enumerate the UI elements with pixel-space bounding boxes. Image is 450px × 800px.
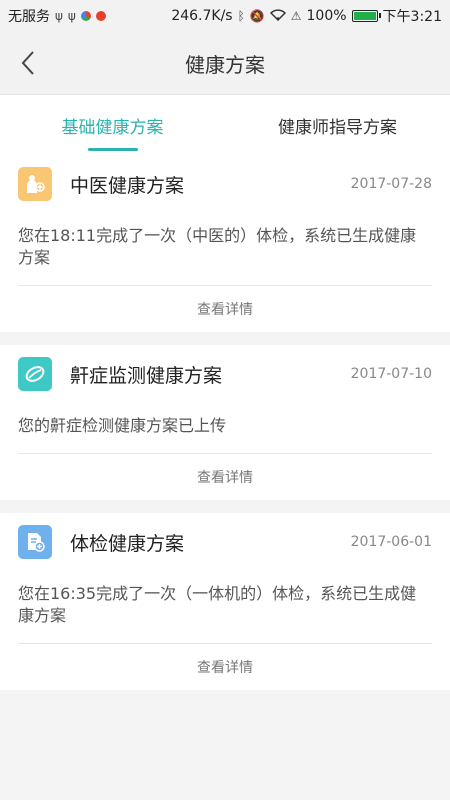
document-add-icon — [18, 525, 52, 559]
view-details-link[interactable]: 查看详情 — [18, 454, 432, 500]
card-description: 您的鼾症检测健康方案已上传 — [18, 403, 432, 454]
back-button[interactable] — [10, 44, 46, 82]
view-details-link[interactable]: 查看详情 — [18, 644, 432, 690]
card-title: 体检健康方案 — [70, 532, 185, 555]
plan-card-tcm[interactable]: 中医健康方案 2017-07-28 您在18:11完成了一次（中医的）体检，系统… — [0, 155, 450, 332]
bluetooth-icon: ᛒ — [237, 9, 245, 23]
card-date: 2017-07-10 — [350, 366, 432, 382]
usb-icon-2: ψ — [67, 9, 76, 23]
view-details-link[interactable]: 查看详情 — [18, 286, 432, 332]
status-bar: 无服务 ψ ψ 246.7K/s ᛒ 🔕 ⚠ 100% 下午3:21 — [0, 0, 450, 32]
alert-icon: ⚠ — [290, 9, 302, 23]
plan-list: 中医健康方案 2017-07-28 您在18:11完成了一次（中医的）体检，系统… — [0, 155, 450, 690]
card-date: 2017-07-28 — [350, 176, 432, 192]
weibo-icon — [95, 11, 106, 21]
usb-icon: ψ — [55, 9, 63, 23]
status-left: 无服务 ψ ψ — [8, 6, 106, 26]
battery-percent: 100% — [306, 8, 347, 24]
card-description: 您在18:11完成了一次（中医的）体检，系统已生成健康方案 — [18, 213, 432, 286]
battery-icon — [351, 10, 381, 22]
card-title: 中医健康方案 — [70, 174, 185, 197]
page-title: 健康方案 — [185, 52, 265, 77]
card-title: 鼾症监测健康方案 — [70, 364, 223, 387]
mute-icon: 🔕 — [249, 9, 265, 23]
clock: 下午3:21 — [382, 9, 442, 25]
plan-card-snoring[interactable]: 鼾症监测健康方案 2017-07-10 您的鼾症检测健康方案已上传 查看详情 — [0, 345, 450, 500]
card-header: 鼾症监测健康方案 2017-07-10 — [18, 345, 432, 403]
card-description: 您在16:35完成了一次（一体机的）体检，系统已生成健康方案 — [18, 571, 432, 644]
status-right: 246.7K/s ᛒ 🔕 ⚠ 100% 下午3:21 — [171, 6, 442, 26]
chevron-left-icon — [21, 51, 34, 75]
plan-card-checkup[interactable]: 体检健康方案 2017-06-01 您在16:35完成了一次（一体机的）体检，系… — [0, 513, 450, 690]
nav-bar: 健康方案 — [0, 32, 450, 95]
tcm-doctor-icon — [18, 167, 52, 201]
carrier-label: 无服务 — [8, 9, 50, 25]
wifi-icon — [269, 8, 286, 24]
card-header: 体检健康方案 2017-06-01 — [18, 513, 432, 571]
leaf-icon — [18, 357, 52, 391]
card-header: 中医健康方案 2017-07-28 — [18, 155, 432, 213]
tab-basic-plan[interactable]: 基础健康方案 — [0, 95, 225, 155]
network-speed: 246.7K/s — [171, 8, 233, 24]
card-date: 2017-06-01 — [350, 534, 432, 550]
app-notification-icon — [80, 11, 91, 21]
tab-coach-plan[interactable]: 健康师指导方案 — [225, 95, 450, 155]
tab-bar: 基础健康方案 健康师指导方案 — [0, 95, 450, 155]
